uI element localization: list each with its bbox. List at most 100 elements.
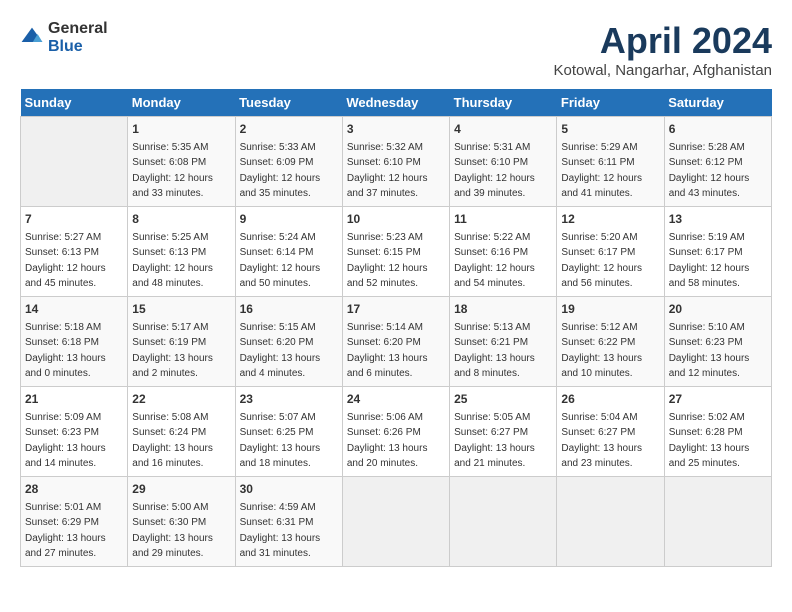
day-number: 13 [669,211,767,228]
logo: General Blue [20,20,108,55]
title-area: April 2024 Kotowal, Nangarhar, Afghanist… [554,20,772,79]
calendar-cell: 26 Sunrise: 5:04 AM Sunset: 6:27 PM Dayli… [557,387,664,477]
weekday-header-thursday: Thursday [450,89,557,117]
day-info: Sunrise: 5:04 AM Sunset: 6:27 PM Dayligh… [561,412,642,469]
calendar-cell: 10Sunrise: 5:23 AM Sunset: 6:15 PM Dayli… [342,207,449,297]
day-info: Sunrise: 5:00 AM Sunset: 6:30 PM Dayligh… [132,502,213,559]
day-info: Sunrise: 5:27 AM Sunset: 6:13 PM Dayligh… [25,232,106,289]
day-info: Sunrise: 5:09 AM Sunset: 6:23 PM Dayligh… [25,412,106,469]
day-info: Sunrise: 5:07 AM Sunset: 6:25 PM Dayligh… [240,412,321,469]
day-number: 29 [132,481,230,498]
day-number: 1 [132,121,230,138]
calendar-cell: 14 Sunrise: 5:18 AM Sunset: 6:18 PM Dayli… [21,297,128,387]
day-info: Sunrise: 5:13 AM Sunset: 6:21 PM Dayligh… [454,322,535,379]
calendar-cell: 20Sunrise: 5:10 AM Sunset: 6:23 PM Dayli… [664,297,771,387]
calendar-week-row-5: 28 Sunrise: 5:01 AM Sunset: 6:29 PM Dayli… [21,477,772,567]
day-info: Sunrise: 5:23 AM Sunset: 6:15 PM Dayligh… [347,232,428,289]
weekday-header-friday: Friday [557,89,664,117]
day-number: 21 [25,391,123,408]
day-number: 17 [347,301,445,318]
day-number: 24 [347,391,445,408]
calendar-cell: 29 Sunrise: 5:00 AM Sunset: 6:30 PM Dayli… [128,477,235,567]
day-info: Sunrise: 5:35 AM Sunset: 6:08 PM Dayligh… [132,142,213,199]
calendar-cell: 16 Sunrise: 5:15 AM Sunset: 6:20 PM Dayli… [235,297,342,387]
day-info: Sunrise: 5:05 AM Sunset: 6:27 PM Dayligh… [454,412,535,469]
calendar-cell: 15Sunrise: 5:17 AM Sunset: 6:19 PM Dayli… [128,297,235,387]
weekday-header-sunday: Sunday [21,89,128,117]
subtitle: Kotowal, Nangarhar, Afghanistan [554,62,772,79]
calendar-table: SundayMondayTuesdayWednesdayThursdayFrid… [20,89,772,567]
calendar-cell: 7 Sunrise: 5:27 AM Sunset: 6:13 PM Daylig… [21,207,128,297]
day-info: Sunrise: 5:15 AM Sunset: 6:20 PM Dayligh… [240,322,321,379]
calendar-cell: 11Sunrise: 5:22 AM Sunset: 6:16 PM Dayli… [450,207,557,297]
day-info: Sunrise: 5:31 AM Sunset: 6:10 PM Dayligh… [454,142,535,199]
day-number: 18 [454,301,552,318]
day-info: Sunrise: 5:33 AM Sunset: 6:09 PM Dayligh… [240,142,321,199]
calendar-cell: 30 Sunrise: 4:59 AM Sunset: 6:31 PM Dayli… [235,477,342,567]
calendar-cell [450,477,557,567]
day-number: 28 [25,481,123,498]
calendar-cell [664,477,771,567]
day-info: Sunrise: 5:18 AM Sunset: 6:18 PM Dayligh… [25,322,106,379]
calendar-cell: 13 Sunrise: 5:19 AM Sunset: 6:17 PM Dayli… [664,207,771,297]
calendar-week-row-2: 7 Sunrise: 5:27 AM Sunset: 6:13 PM Daylig… [21,207,772,297]
day-number: 4 [454,121,552,138]
calendar-cell: 6 Sunrise: 5:28 AM Sunset: 6:12 PM Daylig… [664,117,771,207]
day-number: 2 [240,121,338,138]
calendar-cell: 9Sunrise: 5:24 AM Sunset: 6:14 PM Daylig… [235,207,342,297]
calendar-cell: 8 Sunrise: 5:25 AM Sunset: 6:13 PM Daylig… [128,207,235,297]
calendar-cell: 18 Sunrise: 5:13 AM Sunset: 6:21 PM Dayli… [450,297,557,387]
main-title: April 2024 [554,20,772,62]
calendar-cell: 23 Sunrise: 5:07 AM Sunset: 6:25 PM Dayli… [235,387,342,477]
calendar-week-row-3: 14 Sunrise: 5:18 AM Sunset: 6:18 PM Dayli… [21,297,772,387]
day-info: Sunrise: 5:14 AM Sunset: 6:20 PM Dayligh… [347,322,428,379]
weekday-header-saturday: Saturday [664,89,771,117]
calendar-cell: 19Sunrise: 5:12 AM Sunset: 6:22 PM Dayli… [557,297,664,387]
day-number: 22 [132,391,230,408]
day-info: Sunrise: 5:29 AM Sunset: 6:11 PM Dayligh… [561,142,642,199]
day-number: 27 [669,391,767,408]
logo-general: General [48,20,108,38]
day-number: 15 [132,301,230,318]
day-number: 26 [561,391,659,408]
day-number: 7 [25,211,123,228]
calendar-cell [21,117,128,207]
calendar-cell: 28 Sunrise: 5:01 AM Sunset: 6:29 PM Dayli… [21,477,128,567]
calendar-cell: 25 Sunrise: 5:05 AM Sunset: 6:27 PM Dayli… [450,387,557,477]
day-info: Sunrise: 4:59 AM Sunset: 6:31 PM Dayligh… [240,502,321,559]
day-number: 23 [240,391,338,408]
logo-blue: Blue [48,38,108,56]
day-number: 16 [240,301,338,318]
page-header: General Blue April 2024 Kotowal, Nangarh… [20,20,772,79]
calendar-cell: 12Sunrise: 5:20 AM Sunset: 6:17 PM Dayli… [557,207,664,297]
day-info: Sunrise: 5:28 AM Sunset: 6:12 PM Dayligh… [669,142,750,199]
day-number: 25 [454,391,552,408]
weekday-header-wednesday: Wednesday [342,89,449,117]
calendar-cell: 27 Sunrise: 5:02 AM Sunset: 6:28 PM Dayli… [664,387,771,477]
day-number: 30 [240,481,338,498]
calendar-cell [557,477,664,567]
logo-text: General Blue [48,20,108,55]
day-info: Sunrise: 5:32 AM Sunset: 6:10 PM Dayligh… [347,142,428,199]
weekday-header-tuesday: Tuesday [235,89,342,117]
day-info: Sunrise: 5:20 AM Sunset: 6:17 PM Dayligh… [561,232,642,289]
day-info: Sunrise: 5:22 AM Sunset: 6:16 PM Dayligh… [454,232,535,289]
calendar-week-row-1: 1 Sunrise: 5:35 AM Sunset: 6:08 PM Daylig… [21,117,772,207]
calendar-cell: 3 Sunrise: 5:32 AM Sunset: 6:10 PM Daylig… [342,117,449,207]
calendar-cell [342,477,449,567]
day-info: Sunrise: 5:01 AM Sunset: 6:29 PM Dayligh… [25,502,106,559]
day-number: 8 [132,211,230,228]
calendar-cell: 17 Sunrise: 5:14 AM Sunset: 6:20 PM Dayli… [342,297,449,387]
calendar-cell: 4 Sunrise: 5:31 AM Sunset: 6:10 PM Daylig… [450,117,557,207]
calendar-cell: 1 Sunrise: 5:35 AM Sunset: 6:08 PM Daylig… [128,117,235,207]
logo-icon [20,26,44,50]
day-info: Sunrise: 5:25 AM Sunset: 6:13 PM Dayligh… [132,232,213,289]
day-number: 6 [669,121,767,138]
calendar-cell: 21 Sunrise: 5:09 AM Sunset: 6:23 PM Dayli… [21,387,128,477]
day-info: Sunrise: 5:19 AM Sunset: 6:17 PM Dayligh… [669,232,750,289]
weekday-header-monday: Monday [128,89,235,117]
day-number: 3 [347,121,445,138]
day-info: Sunrise: 5:02 AM Sunset: 6:28 PM Dayligh… [669,412,750,469]
day-info: Sunrise: 5:10 AM Sunset: 6:23 PM Dayligh… [669,322,750,379]
day-number: 14 [25,301,123,318]
